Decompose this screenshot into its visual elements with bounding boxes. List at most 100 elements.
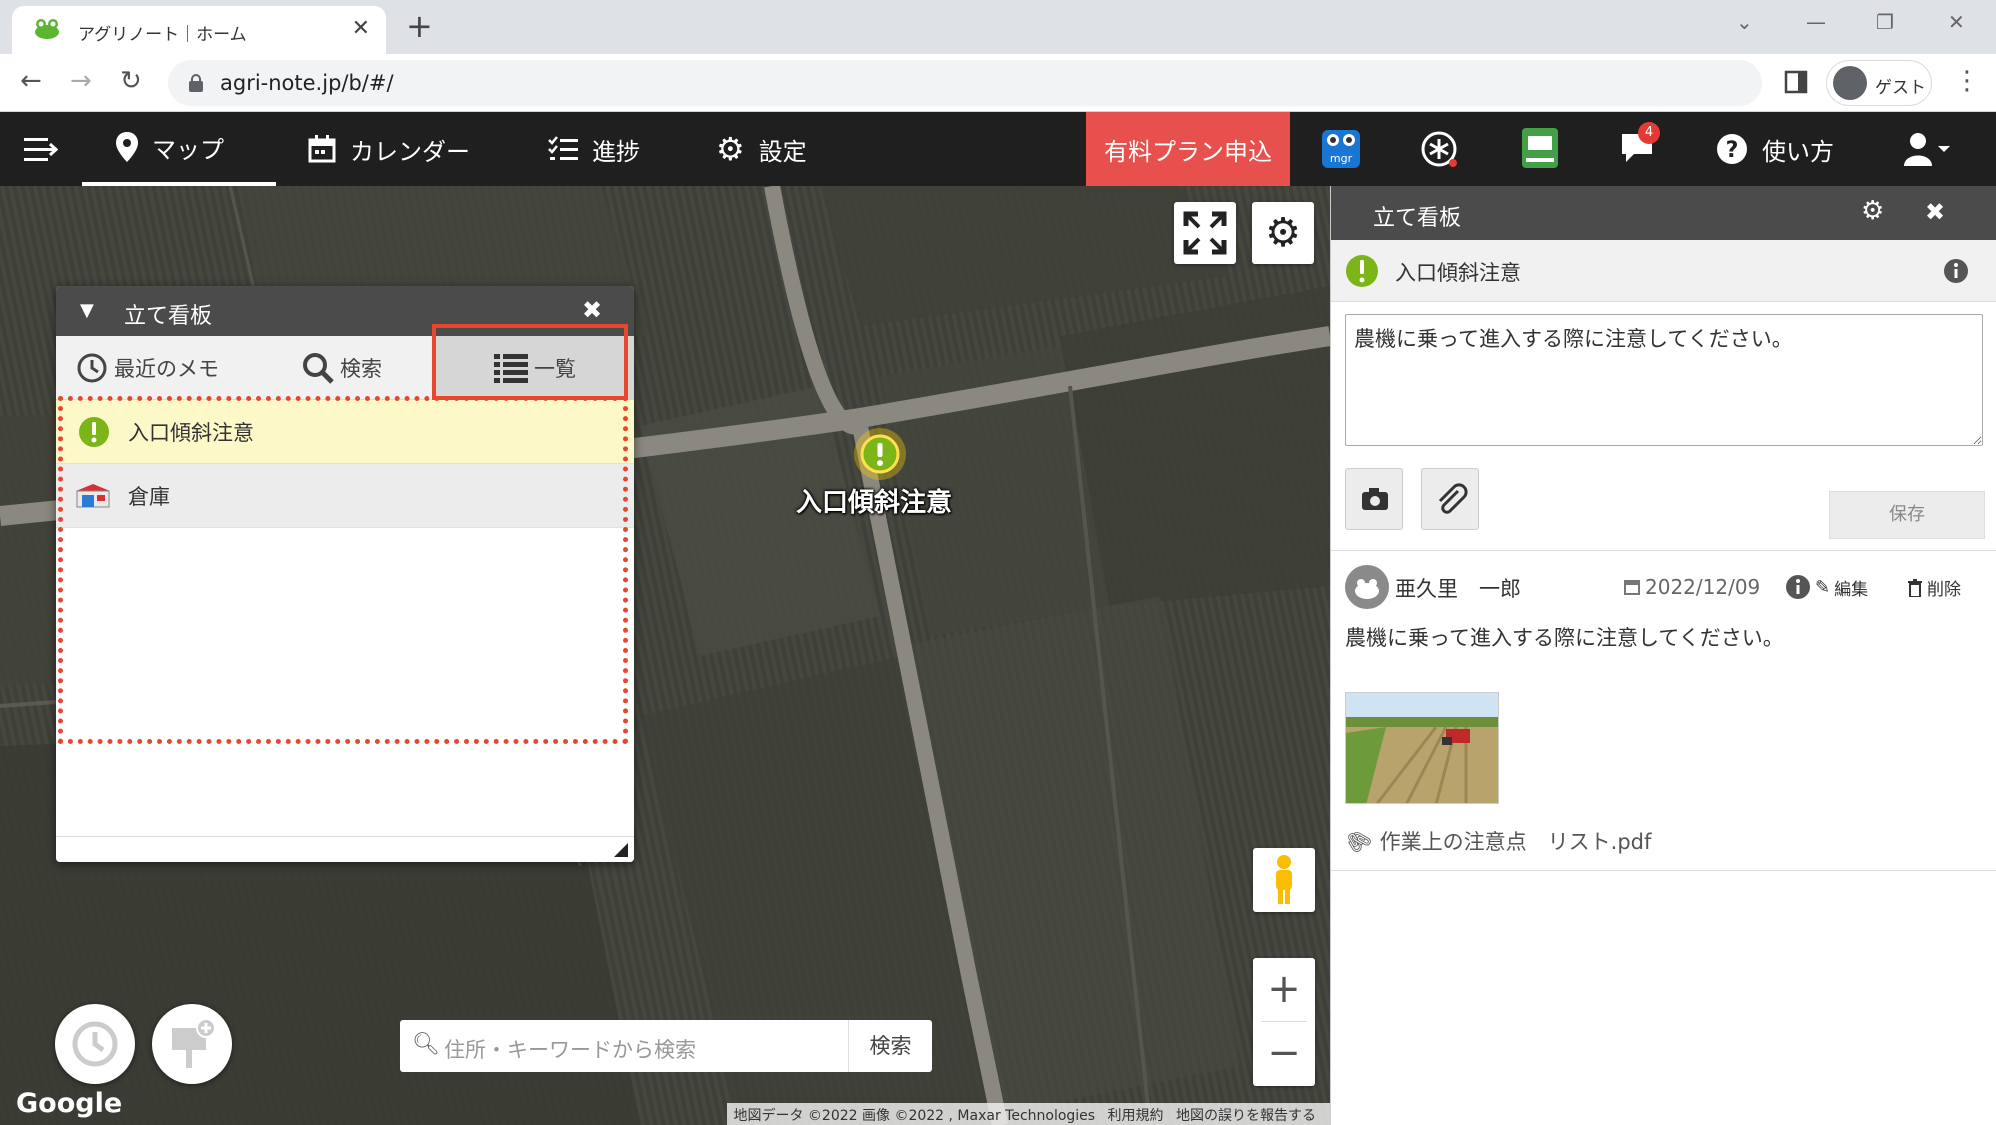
entry-photo[interactable] <box>1345 692 1499 804</box>
nav-map[interactable]: マップ <box>82 112 276 186</box>
fullscreen-button[interactable] <box>1174 202 1236 264</box>
pegman-icon <box>1276 855 1292 904</box>
save-button[interactable]: 保存 <box>1829 491 1985 539</box>
paperclip-icon <box>1438 483 1468 514</box>
marker-label: 入口傾斜注意 <box>796 488 953 518</box>
camera-icon <box>1362 488 1388 510</box>
paperclip-icon: 🖇︎ <box>1340 822 1376 859</box>
browser-tab[interactable]: アグリノート｜ホーム ✕ <box>12 6 386 54</box>
zoom-control: + − <box>1253 958 1315 1086</box>
search-icon <box>303 353 334 384</box>
detail-header: 立て看板 ⚙ ✖ <box>1331 186 1996 240</box>
edit-icon: ✎ <box>1815 577 1831 598</box>
calendar-icon <box>1624 580 1640 595</box>
tab-close-icon[interactable]: ✕ <box>352 16 370 41</box>
divider <box>1331 550 1996 551</box>
add-signboard-icon <box>172 1018 216 1068</box>
panel-close-icon[interactable]: ✖ <box>582 296 602 324</box>
tab-search[interactable]: 検索 <box>302 336 382 400</box>
zoom-in-button[interactable]: + <box>1253 958 1315 1020</box>
photo-button[interactable] <box>1345 468 1403 530</box>
profile-button[interactable]: ゲスト <box>1826 60 1932 106</box>
side-panel-icon[interactable] <box>1784 70 1808 94</box>
panel-footer <box>56 836 634 862</box>
asterisk-app-icon[interactable] <box>1420 130 1460 170</box>
detail-close-icon[interactable]: ✖ <box>1925 198 1945 226</box>
detail-title: 立て看板 <box>1373 206 1462 231</box>
mgr-app-icon[interactable]: mgr <box>1322 128 1360 168</box>
tab-recent-memo[interactable]: 最近のメモ <box>76 336 219 400</box>
fullscreen-icon <box>1183 211 1227 255</box>
mgr-icon-label: mgr <box>1330 152 1353 165</box>
hamburger-menu-icon[interactable] <box>24 136 58 164</box>
edit-label: 編集 <box>1834 580 1869 600</box>
panel-title: 立て看板 <box>124 304 213 329</box>
nav-calendar-label: カレンダー <box>350 137 470 166</box>
warning-marker-icon[interactable] <box>860 434 900 474</box>
divider <box>1331 870 1996 871</box>
map-settings-button[interactable]: ⚙ <box>1252 202 1314 264</box>
reload-icon[interactable]: ↻ <box>120 66 142 96</box>
google-logo: Google <box>16 1088 123 1119</box>
gear-icon[interactable]: ⚙ <box>1861 196 1884 226</box>
browser-tabstrip: アグリノート｜ホーム ✕ + ⌄ — ❐ ✕ <box>0 0 1996 54</box>
tab-recent-memo-label: 最近のメモ <box>114 357 219 381</box>
profile-label: ゲスト <box>1875 78 1926 98</box>
frog-avatar-icon <box>1355 579 1379 599</box>
resize-handle-icon[interactable] <box>614 843 628 857</box>
edit-button[interactable]: ✎ 編集 <box>1815 575 1868 600</box>
tab-search-label: 検索 <box>340 357 382 381</box>
entry-date-text: 2022/12/09 <box>1645 575 1761 599</box>
info-icon[interactable] <box>1943 258 1969 284</box>
paid-plan-button[interactable]: 有料プラン申込 <box>1086 112 1290 186</box>
restore-icon[interactable]: ❐ <box>1876 10 1894 34</box>
highlight-box-list-tab <box>432 324 628 400</box>
report-error-link[interactable]: 地図の誤りを報告する <box>1176 1108 1316 1124</box>
zoom-out-button[interactable]: − <box>1253 1022 1315 1084</box>
window-close-icon[interactable]: ✕ <box>1948 10 1965 34</box>
nav-help[interactable]: ? 使い方 <box>1716 112 1834 186</box>
field-photo-image <box>1346 693 1498 803</box>
lock-icon <box>189 74 203 92</box>
browser-menu-icon[interactable]: ⋮ <box>1954 66 1980 96</box>
browser-toolbar: ← → ↻ agri-note.jp/b/#/ ゲスト ⋮ <box>0 54 1996 112</box>
history-button[interactable] <box>55 1004 135 1084</box>
info-icon[interactable] <box>1785 574 1811 600</box>
collapse-icon[interactable]: ▼ <box>80 300 94 321</box>
notifications-button[interactable]: 4 <box>1620 122 1660 168</box>
nav-help-label: 使い方 <box>1762 137 1834 166</box>
notebook-app-icon[interactable] <box>1522 128 1558 168</box>
avatar <box>1345 565 1389 609</box>
gear-icon: ⚙ <box>1265 210 1301 256</box>
terms-link[interactable]: 利用規約 <box>1108 1108 1164 1124</box>
checklist-icon <box>548 136 578 160</box>
attach-button[interactable] <box>1421 468 1479 530</box>
warning-icon <box>1346 255 1378 287</box>
new-tab-button[interactable]: + <box>406 10 433 42</box>
map-search-button[interactable]: 検索 <box>848 1020 932 1072</box>
forward-icon[interactable]: → <box>70 66 92 96</box>
attachment-name: 作業上の注意点 リスト.pdf <box>1379 830 1652 854</box>
memo-textarea[interactable]: 農機に乗って進入する際に注意してください。 <box>1345 314 1983 446</box>
nav-settings[interactable]: ⚙ 設定 <box>716 112 807 186</box>
map-search-input[interactable]: 住所・キーワードから検索 <box>444 1034 696 1064</box>
back-icon[interactable]: ← <box>20 66 42 96</box>
delete-button[interactable]: 削除 <box>1907 575 1961 600</box>
tab-title: アグリノート｜ホーム <box>78 25 247 45</box>
user-menu-icon[interactable] <box>1904 132 1950 166</box>
nav-calendar[interactable]: カレンダー <box>308 112 470 186</box>
calendar-icon <box>308 135 336 163</box>
highlight-box-list-items <box>58 396 628 744</box>
frog-favicon-icon <box>35 19 59 39</box>
trash-icon <box>1908 578 1922 597</box>
attachment-link[interactable]: 🖇︎ 作業上の注意点 リスト.pdf <box>1340 823 1652 859</box>
nav-map-label: マップ <box>152 135 224 164</box>
nav-progress[interactable]: 進捗 <box>548 112 640 186</box>
address-bar[interactable]: agri-note.jp/b/#/ <box>168 60 1762 106</box>
attribution-data: 地図データ ©2022 画像 ©2022 , Maxar Technologie… <box>733 1108 1096 1124</box>
add-signboard-button[interactable] <box>152 1004 232 1084</box>
delete-label: 削除 <box>1927 580 1961 600</box>
street-view-pegman[interactable] <box>1253 848 1315 912</box>
tab-search-icon[interactable]: ⌄ <box>1736 10 1753 34</box>
minimize-icon[interactable]: — <box>1806 10 1826 34</box>
